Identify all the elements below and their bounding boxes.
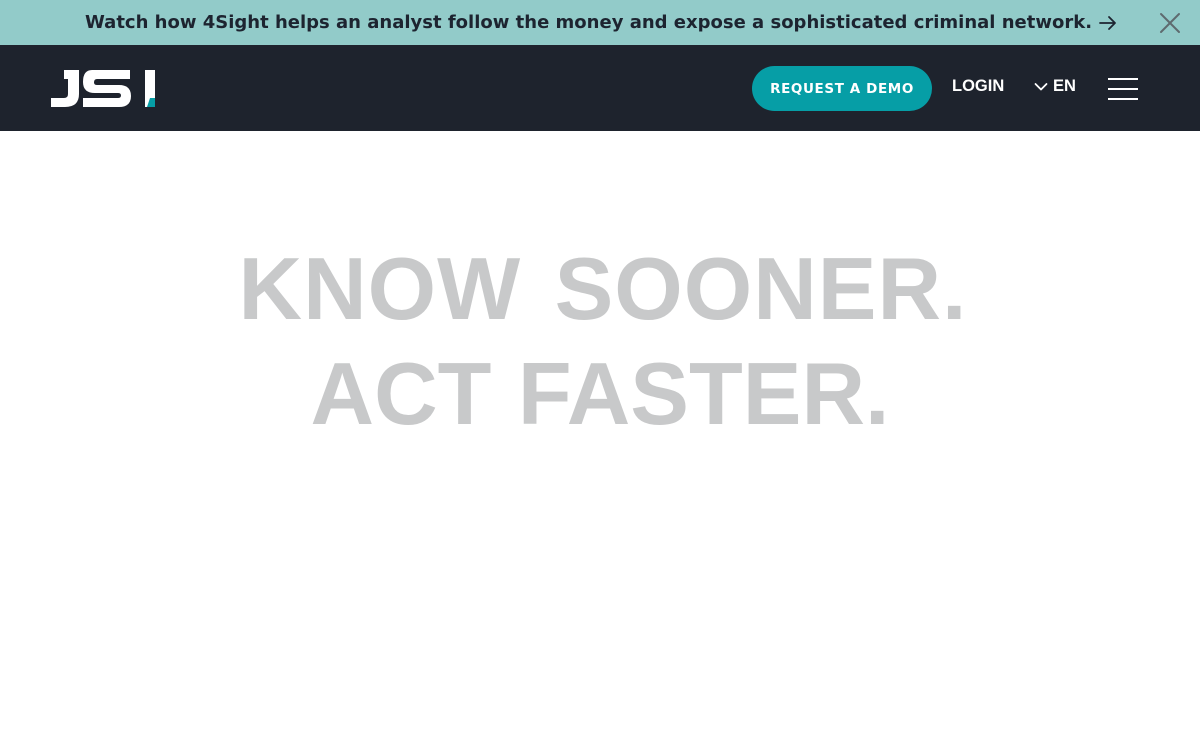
arrow-right-icon [1098,13,1118,33]
login-link[interactable]: LOGIN [952,77,1004,96]
chevron-down-icon [1034,82,1048,92]
close-icon[interactable] [1158,11,1182,35]
announcement-banner: Watch how 4Sight helps an analyst follow… [0,0,1200,45]
site-header: REQUEST A DEMO LOGIN EN [0,45,1200,131]
hero-headline-line-2: ACT FASTER. [310,344,890,443]
language-selector[interactable]: EN [1034,77,1076,96]
banner-link[interactable]: Watch how 4Sight helps an analyst follow… [85,12,1118,33]
jsi-logo[interactable] [50,70,158,110]
request-demo-button[interactable]: REQUEST A DEMO [752,66,932,111]
hero-section: KNOW SOONER. ACT FASTER. [0,131,1200,750]
hamburger-menu-icon[interactable] [1108,78,1138,100]
language-label: EN [1053,77,1076,95]
banner-text: Watch how 4Sight helps an analyst follow… [84,12,1093,33]
hero-headline-line-1: KNOW SOONER. [238,239,968,338]
